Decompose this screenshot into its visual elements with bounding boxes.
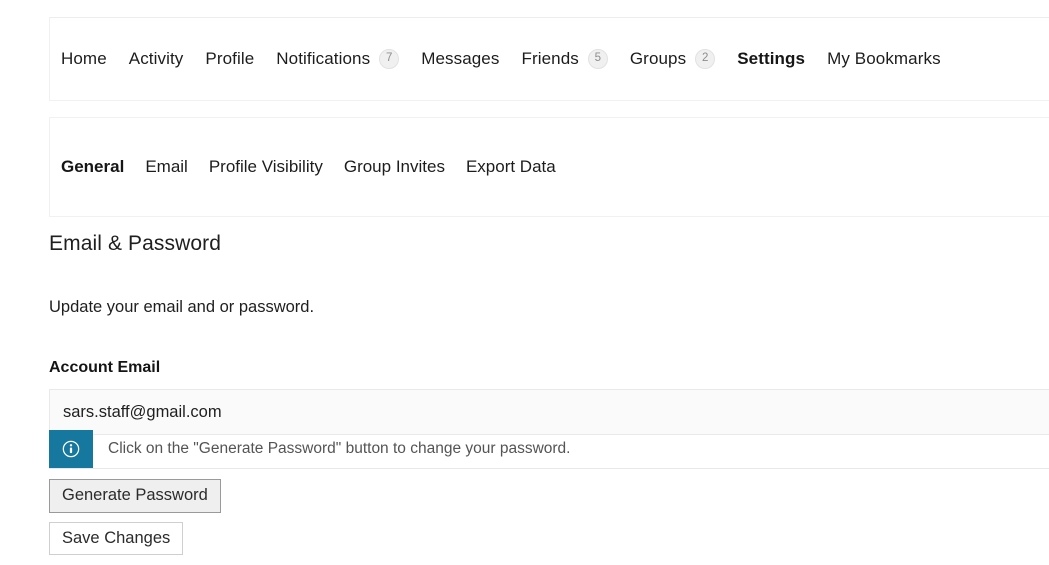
info-notice-text: Click on the "Generate Password" button … [108, 440, 571, 457]
friends-badge: 5 [587, 49, 608, 69]
notifications-badge: 7 [379, 49, 400, 69]
nav-item-activity[interactable]: Activity [129, 49, 184, 69]
settings-content: Email & Password Update your email and o… [49, 230, 1049, 435]
nav-item-friends[interactable]: Friends 5 [521, 49, 608, 69]
subnav-item-general[interactable]: General [61, 157, 124, 177]
subnav-item-export-data[interactable]: Export Data [466, 157, 556, 177]
nav-item-my-bookmarks[interactable]: My Bookmarks [827, 49, 941, 69]
subnav-list: General Email Profile Visibility Group I… [50, 118, 1049, 216]
nav-item-label: Friends [521, 49, 579, 68]
nav-item-label: Home [61, 49, 107, 68]
subnav-item-profile-visibility[interactable]: Profile Visibility [209, 157, 323, 177]
nav-item-messages[interactable]: Messages [421, 49, 499, 69]
settings-subnavigation: General Email Profile Visibility Group I… [49, 117, 1049, 217]
primary-nav-list: Home Activity Profile Notifications 7 Me… [50, 18, 1049, 100]
settings-page: Home Activity Profile Notifications 7 Me… [0, 0, 1049, 565]
nav-item-label: Profile [205, 49, 255, 68]
groups-badge: 2 [695, 49, 716, 69]
nav-item-label: Settings [737, 49, 806, 68]
nav-item-label: Messages [421, 49, 500, 68]
nav-item-profile[interactable]: Profile [205, 49, 254, 69]
nav-item-groups[interactable]: Groups 2 [629, 49, 716, 69]
nav-item-label: My Bookmarks [827, 49, 941, 68]
nav-item-home[interactable]: Home [61, 49, 107, 69]
subnav-item-group-invites[interactable]: Group Invites [344, 157, 445, 177]
info-icon [49, 430, 93, 468]
subnav-item-email[interactable]: Email [145, 157, 188, 177]
save-changes-button[interactable]: Save Changes [49, 521, 184, 555]
account-email-input[interactable] [49, 389, 1049, 435]
password-info-notice: Click on the "Generate Password" button … [49, 430, 1049, 469]
page-title: Email & Password [49, 232, 221, 255]
nav-item-notifications[interactable]: Notifications 7 [276, 49, 400, 69]
page-description: Update your email and or password. [49, 298, 315, 316]
nav-item-label: Activity [128, 49, 184, 68]
account-email-label: Account Email [49, 359, 161, 376]
nav-item-label: Notifications [276, 49, 371, 68]
nav-item-label: Groups [629, 49, 687, 68]
primary-navigation: Home Activity Profile Notifications 7 Me… [49, 17, 1049, 101]
nav-item-settings[interactable]: Settings [737, 49, 805, 69]
form-actions: Generate Password Save Changes [49, 479, 221, 555]
generate-password-button[interactable]: Generate Password [49, 479, 221, 513]
